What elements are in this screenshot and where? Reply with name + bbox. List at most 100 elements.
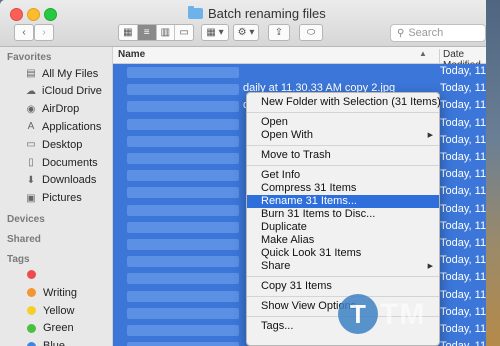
file-date: Today, 11: [440, 254, 486, 267]
sidebar-tag-item[interactable]: Blue: [0, 338, 112, 346]
close-button[interactable]: [10, 8, 23, 21]
sidebar-tag-item[interactable]: [0, 266, 112, 283]
desktop-edge: [486, 0, 500, 346]
sidebar-item-all-my-files[interactable]: ▤ All My Files: [0, 65, 112, 82]
minimize-button[interactable]: [27, 8, 40, 21]
blurred-filename: [127, 67, 239, 78]
favorites-header: Favorites: [7, 52, 52, 63]
file-row[interactable]: Today, 11: [113, 64, 486, 80]
sidebar-item-desktop[interactable]: ▭ Desktop: [0, 136, 112, 153]
watermark-text: TM: [380, 298, 426, 331]
blurred-filename: [127, 135, 239, 147]
sidebar: Favorites ▤ All My Files ☁ iCloud Drive ◉ AirD…: [0, 47, 113, 346]
menu-burn[interactable]: Burn 31 Items to Disc...: [247, 208, 439, 221]
menu-duplicate[interactable]: Duplicate: [247, 221, 439, 234]
file-date: Today, 11: [440, 271, 486, 284]
menu-quick-look[interactable]: Quick Look 31 Items: [247, 247, 439, 260]
sidebar-tag-item[interactable]: Writing: [0, 284, 112, 301]
menu-open-with[interactable]: Open With ▶: [247, 129, 439, 142]
forward-arrow-icon: ›: [42, 27, 46, 38]
forward-button[interactable]: ›: [34, 24, 54, 41]
sidebar-tag-item[interactable]: Yellow: [0, 302, 112, 319]
blurred-filename: [127, 325, 239, 336]
blurred-filename: [127, 273, 239, 285]
blurred-filename: [127, 239, 239, 250]
cover-flow-icon[interactable]: ▭: [175, 25, 193, 40]
sidebar-item-downloads[interactable]: ⬇ Downloads: [0, 172, 112, 189]
sort-ascending-icon: ▲: [419, 49, 427, 58]
window-title-text: Batch renaming files: [208, 6, 326, 21]
menu-copy[interactable]: Copy 31 Items: [247, 280, 439, 293]
share-button[interactable]: ⇪: [268, 24, 290, 41]
menu-item-label: Tags...: [261, 320, 294, 332]
file-date: Today, 11: [440, 82, 486, 95]
list-view-icon[interactable]: ≡: [137, 25, 157, 40]
menu-separator: [247, 145, 439, 146]
sidebar-item-applications[interactable]: A Applications: [0, 118, 112, 135]
menu-item-label: Rename 31 Items...: [261, 195, 357, 207]
sidebar-tag-item[interactable]: Green: [0, 320, 112, 337]
sidebar-item-label: AirDrop: [42, 103, 80, 116]
menu-item-label: Open: [261, 116, 288, 128]
back-button[interactable]: ‹: [14, 24, 34, 41]
menu-separator: [247, 276, 439, 277]
menu-get-info[interactable]: Get Info: [247, 169, 439, 182]
sidebar-item-icloud-drive[interactable]: ☁ iCloud Drive: [0, 83, 112, 100]
documents-icon: ▯: [28, 157, 34, 168]
file-date: Today, 11: [440, 116, 486, 129]
sidebar-item-label: Pictures: [42, 192, 82, 205]
search-placeholder: Search: [408, 27, 444, 39]
menu-make-alias[interactable]: Make Alias: [247, 234, 439, 247]
blurred-filename: [127, 153, 239, 164]
file-date: Today, 11: [440, 151, 486, 163]
devices-header: Devices: [7, 214, 45, 226]
file-date: Today, 11: [440, 340, 486, 346]
menu-compress[interactable]: Compress 31 Items: [247, 182, 439, 195]
edit-tags-button[interactable]: ⬭: [299, 24, 323, 41]
file-date: Today, 11: [440, 219, 486, 232]
sidebar-item-documents[interactable]: ▯ Documents: [0, 154, 112, 171]
search-field[interactable]: ⚲ Search: [390, 24, 486, 42]
action-button[interactable]: ⚙ ▾: [233, 24, 259, 41]
sidebar-item-pictures[interactable]: ▣ Pictures: [0, 190, 112, 207]
menu-item-label: Open With: [261, 129, 313, 141]
menu-item-label: Compress 31 Items: [261, 182, 357, 194]
menu-share[interactable]: Share ▶: [247, 260, 439, 273]
arrange-icon: ▦ ▾: [206, 27, 224, 38]
tag-color-dot: [27, 270, 36, 280]
tag-color-dot: [27, 288, 36, 298]
applications-icon: A: [27, 121, 35, 133]
sidebar-item-airdrop[interactable]: ◉ AirDrop: [0, 101, 112, 118]
menu-open[interactable]: Open: [247, 116, 439, 129]
share-icon: ⇪: [274, 27, 284, 38]
shared-header: Shared: [7, 234, 41, 246]
zoom-button[interactable]: [44, 8, 57, 21]
menu-rename[interactable]: Rename 31 Items...: [247, 195, 439, 208]
sidebar-item-label: iCloud Drive: [42, 85, 102, 98]
file-date: Today, 11: [440, 185, 486, 198]
column-view-icon[interactable]: ▥: [157, 25, 176, 40]
blurred-filename: [127, 170, 239, 182]
finder-window: Batch renaming files ‹ › ▦ ≡ ▥ ▭ ▦ ▾ ⚙ ▾…: [0, 0, 486, 346]
menu-item-label: New Folder with Selection (31 Items): [261, 96, 441, 108]
menu-item-label: Quick Look 31 Items: [261, 247, 362, 259]
tag-color-dot: [27, 341, 36, 346]
folder-icon: [188, 6, 203, 19]
cloud-icon: ☁: [26, 85, 36, 97]
menu-new-folder-with-selection[interactable]: New Folder with Selection (31 Items): [247, 96, 441, 109]
all-files-icon: ▤: [26, 68, 36, 79]
sidebar-tag-label: Writing: [43, 286, 78, 299]
sidebar-item-label: Applications: [42, 120, 102, 133]
tags-header: Tags: [7, 254, 30, 266]
arrange-button[interactable]: ▦ ▾: [201, 24, 229, 41]
downloads-icon: ⬇: [26, 174, 36, 186]
blurred-filename: [127, 290, 239, 302]
blurred-filename: [127, 101, 239, 113]
window-title: Batch renaming files: [188, 6, 326, 21]
menu-move-to-trash[interactable]: Move to Trash: [247, 149, 439, 162]
icon-view-icon[interactable]: ▦: [119, 25, 138, 40]
airdrop-icon: ◉: [26, 103, 36, 115]
name-column-header[interactable]: Name: [118, 49, 145, 60]
tag-color-dot: [27, 323, 36, 333]
blurred-filename: [127, 256, 239, 268]
